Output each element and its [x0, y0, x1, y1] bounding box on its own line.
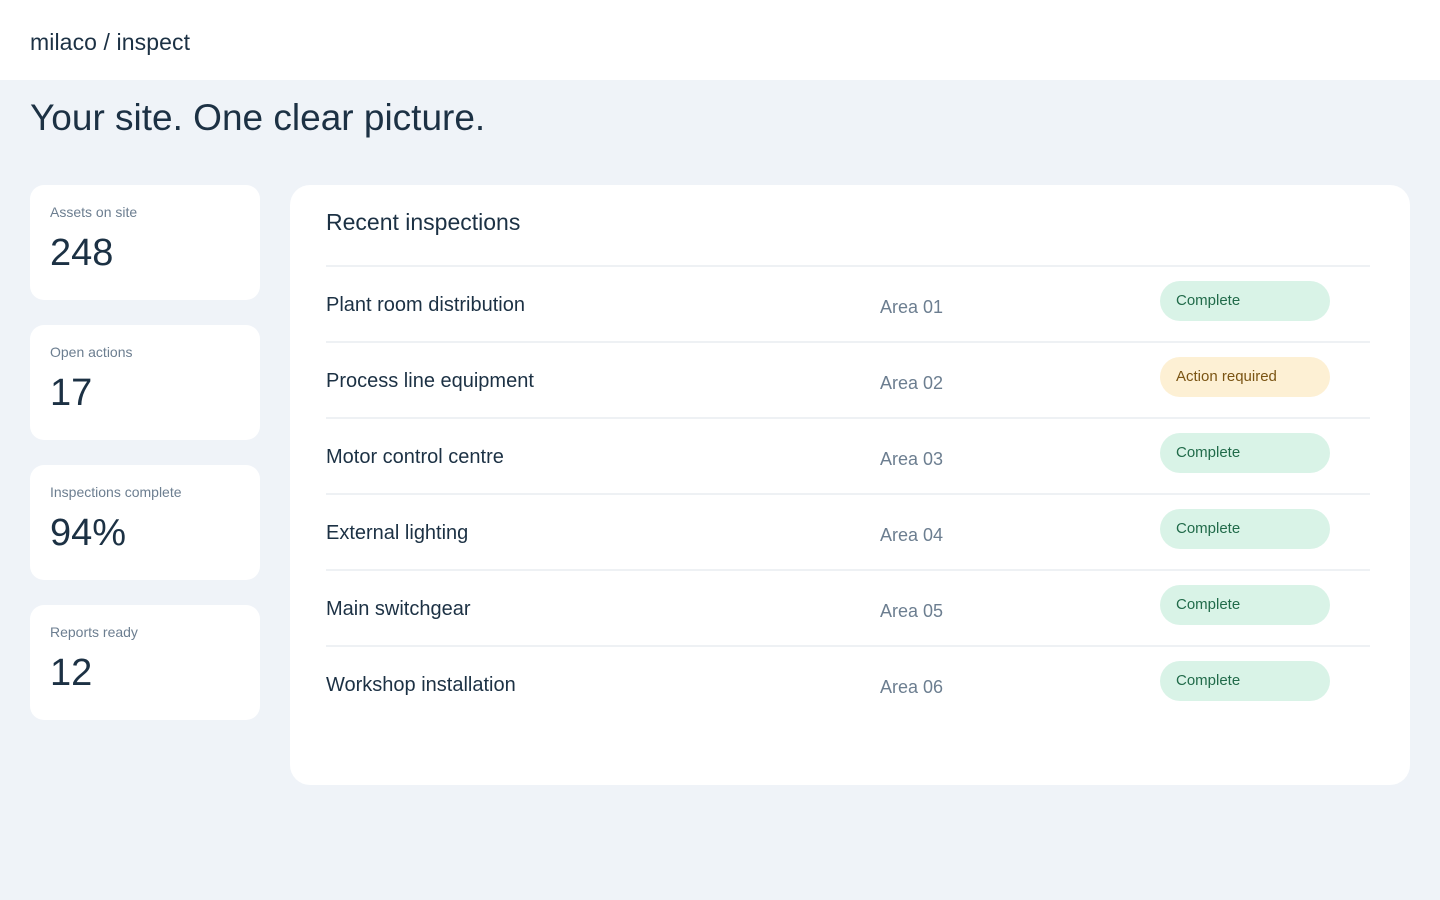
status-badge: Complete [1160, 281, 1330, 321]
stat-card-reports-ready: Reports ready 12 [30, 605, 260, 720]
panel-title: Recent inspections [326, 209, 521, 235]
page-headline: Your site. One clear picture. [30, 97, 486, 138]
table-row[interactable]: Main switchgear Area 05 Complete [326, 569, 1370, 645]
inspection-area: Area 01 [880, 297, 944, 317]
stat-value: 94% [50, 512, 127, 554]
inspection-name: Workshop installation [326, 674, 516, 696]
table-row[interactable]: Plant room distribution Area 01 Complete [326, 265, 1370, 341]
stat-label: Reports ready [50, 624, 138, 640]
inspection-area: Area 06 [880, 677, 944, 697]
recent-inspections-panel: Recent inspections Plant room distributi… [290, 185, 1410, 785]
inspection-name: Plant room distribution [326, 294, 525, 316]
table-row[interactable]: Process line equipment Area 02 Action re… [326, 341, 1370, 417]
inspection-name: Process line equipment [326, 370, 534, 392]
stat-label: Assets on site [50, 204, 138, 220]
inspection-name: Motor control centre [326, 446, 504, 468]
status-badge: Complete [1160, 433, 1330, 473]
top-bar: milaco / inspect [0, 0, 1440, 80]
inspections-table: Plant room distribution Area 01 Complete… [326, 265, 1370, 721]
stat-label: Inspections complete [50, 484, 182, 500]
stat-card-open-actions: Open actions 17 [30, 325, 260, 440]
status-badge: Complete [1160, 585, 1330, 625]
stat-card-assets: Assets on site 248 [30, 185, 260, 300]
table-row[interactable]: External lighting Area 04 Complete [326, 493, 1370, 569]
status-badge: Complete [1160, 661, 1330, 701]
stat-card-inspections-complete: Inspections complete 94% [30, 465, 260, 580]
stat-label: Open actions [50, 344, 133, 360]
inspection-area: Area 04 [880, 525, 944, 545]
status-badge: Complete [1160, 509, 1330, 549]
stat-value: 17 [50, 372, 93, 414]
inspection-name: External lighting [326, 522, 469, 544]
inspection-area: Area 05 [880, 601, 944, 621]
status-badge: Action required [1160, 357, 1330, 397]
inspection-name: Main switchgear [326, 598, 471, 620]
inspection-area: Area 02 [880, 373, 944, 393]
table-row[interactable]: Workshop installation Area 06 Complete [326, 645, 1370, 721]
table-row[interactable]: Motor control centre Area 03 Complete [326, 417, 1370, 493]
brand-logo-text[interactable]: milaco / inspect [30, 29, 190, 55]
stat-value: 12 [50, 652, 93, 694]
inspection-area: Area 03 [880, 449, 944, 469]
stat-value: 248 [50, 232, 114, 274]
